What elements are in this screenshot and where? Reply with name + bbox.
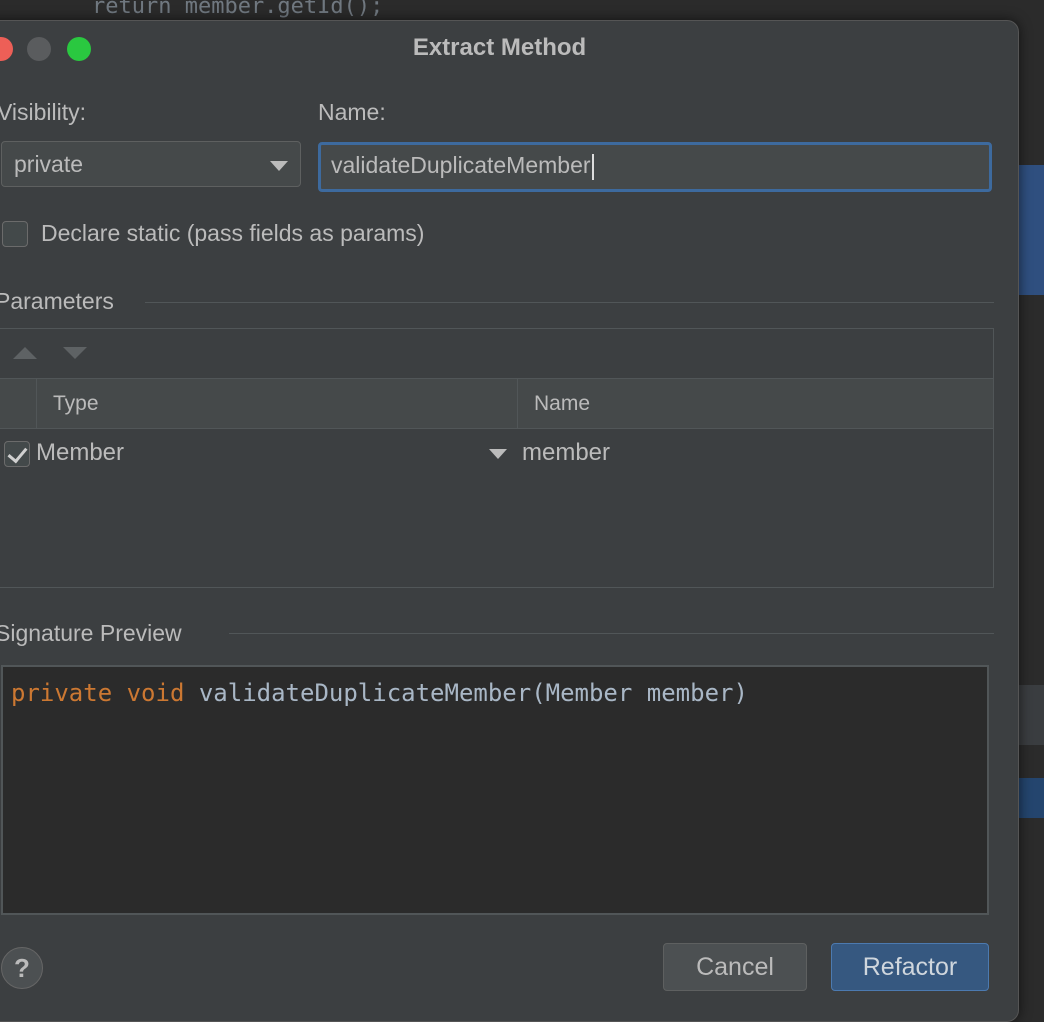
parameters-table: Type Name Member member [0,328,994,588]
chevron-down-icon[interactable] [489,449,507,459]
chevron-down-icon [270,161,288,171]
title-bar: Extract Method [0,21,1018,75]
table-header: Type Name [0,379,993,429]
visibility-value: private [14,151,84,177]
background-selection [1018,165,1044,295]
signature-text: validateDuplicateMember(Member member) [184,679,748,707]
parameter-name[interactable]: member [522,439,610,467]
parameters-toolbar [0,329,993,379]
keyword-private: private [11,679,113,707]
table-row[interactable]: Member member [0,429,993,477]
visibility-label: Visibility: [0,99,87,125]
signature-preview: private void validateDuplicateMember(Mem… [1,665,989,915]
help-button[interactable]: ? [1,947,43,989]
parameter-checkbox[interactable] [4,441,30,467]
signature-divider [229,633,994,634]
visibility-select[interactable]: private [1,141,301,187]
method-name-input[interactable]: validateDuplicateMember [318,142,992,192]
text-caret [591,153,594,180]
method-name-value: validateDuplicateMember [331,152,591,178]
name-label: Name: [318,99,386,125]
parameters-section-title: Parameters [0,288,114,314]
refactor-button[interactable]: Refactor [831,943,989,991]
background-panel [1018,685,1044,745]
background-highlight [1018,778,1044,818]
dialog-title: Extract Method [412,34,587,61]
signature-section-title: Signature Preview [0,620,182,646]
cancel-button[interactable]: Cancel [663,943,807,991]
column-header-name: Name [517,379,995,428]
declare-static-label: Declare static (pass fields as params) [41,220,425,246]
column-header-type: Type [36,379,517,428]
extract-method-dialog: Extract Method Visibility: Name: private… [0,20,1019,1022]
parameters-divider [145,302,994,303]
keyword-void: void [126,679,185,707]
declare-static-checkbox[interactable] [2,221,28,247]
move-down-icon[interactable] [63,347,87,359]
parameter-type[interactable]: Member [36,439,124,467]
background-code-line: return member.getId(); [92,0,384,19]
move-up-icon[interactable] [13,347,37,359]
